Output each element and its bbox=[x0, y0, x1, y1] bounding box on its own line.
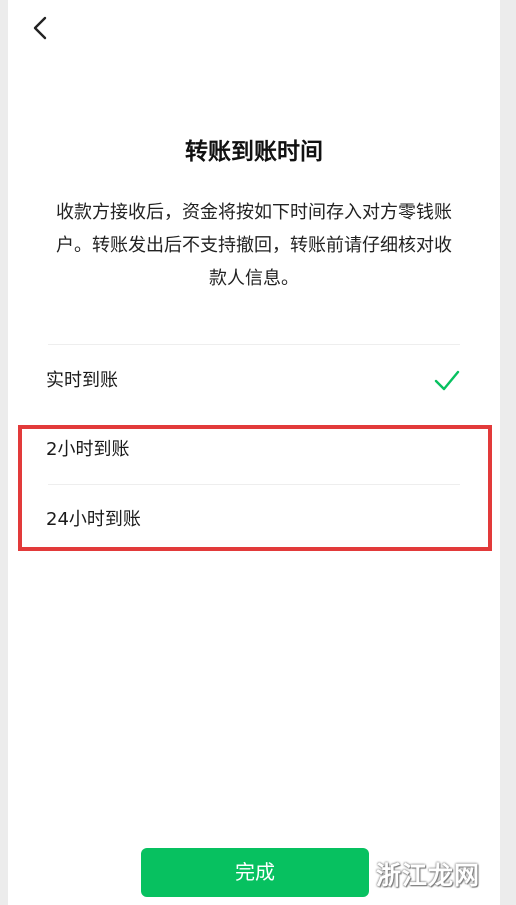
option-2-hours[interactable]: 2小时到账 bbox=[8, 416, 500, 484]
option-24-hours[interactable]: 24小时到账 bbox=[8, 486, 500, 554]
description-text: 收款方接收后，资金将按如下时间存入对方零钱账户。转账发出后不支持撤回，转账前请仔… bbox=[56, 202, 452, 289]
divider bbox=[48, 344, 460, 345]
page-title: 转账到账时间 bbox=[185, 139, 323, 165]
chevron-left-icon bbox=[33, 16, 47, 40]
checkmark-icon bbox=[433, 368, 461, 394]
option-label: 2小时到账 bbox=[46, 439, 130, 460]
option-label: 24小时到账 bbox=[46, 509, 141, 530]
settings-page: 转账到账时间 收款方接收后，资金将按如下时间存入对方零钱账户。转账发出后不支持撤… bbox=[8, 0, 500, 905]
option-realtime[interactable]: 实时到账 bbox=[8, 347, 500, 415]
done-button[interactable]: 完成 bbox=[141, 848, 369, 897]
back-button[interactable] bbox=[28, 14, 56, 42]
option-label: 实时到账 bbox=[46, 370, 118, 391]
watermark-logo: 浙江龙网 bbox=[376, 861, 481, 890]
divider bbox=[48, 484, 460, 485]
